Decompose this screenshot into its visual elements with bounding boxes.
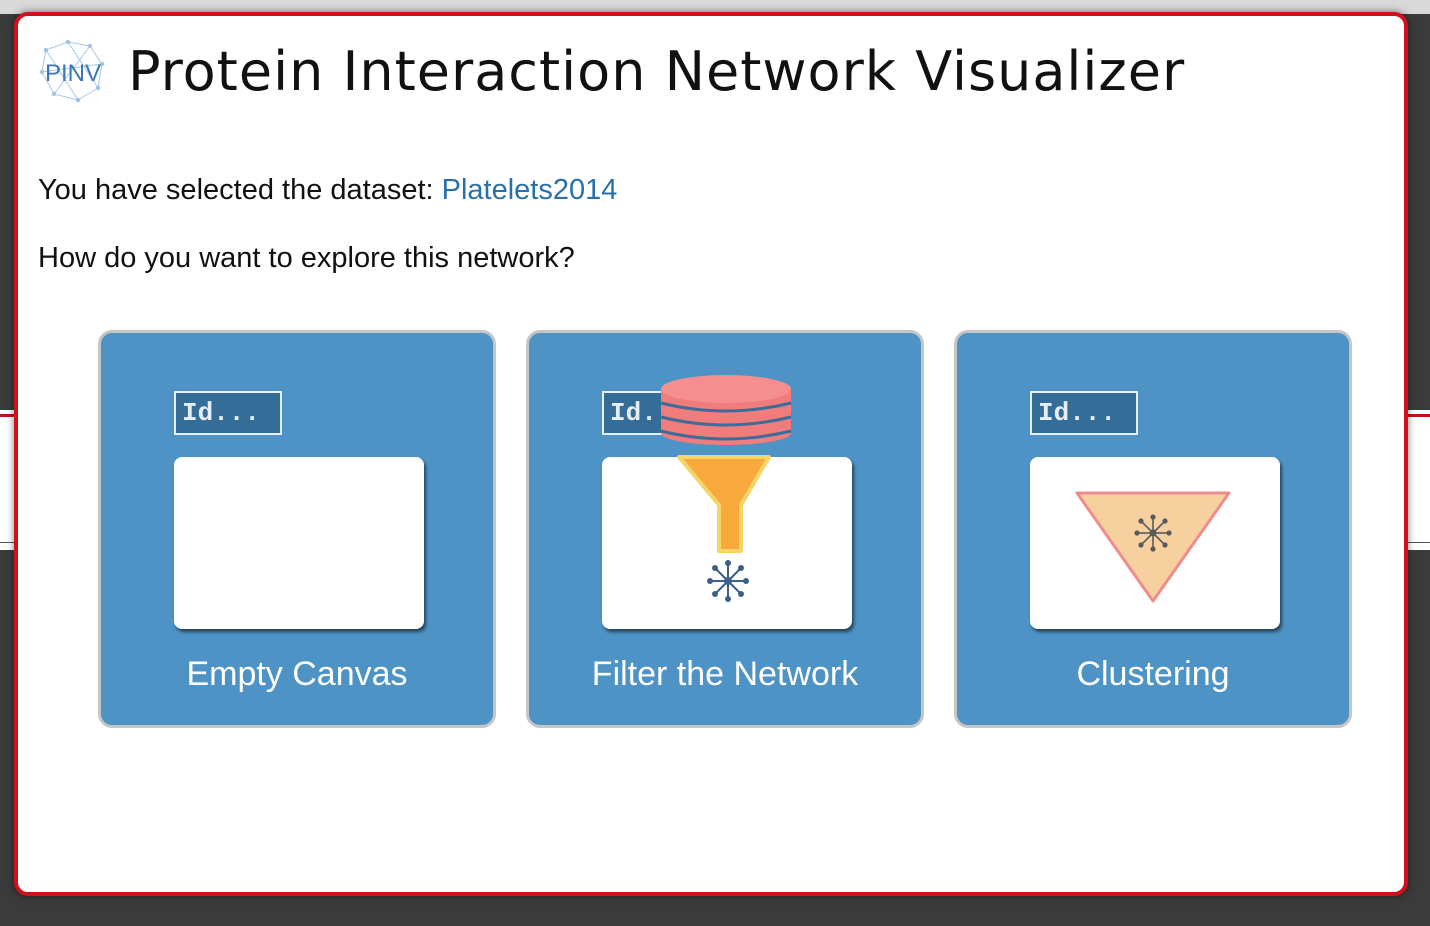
app-title: Protein Interaction Network Visualizer [128,39,1186,103]
filter-network-label: Filter the Network [591,655,859,693]
canvas-illustration [602,457,852,629]
id-search-box-illustration: Id... [1030,391,1138,435]
empty-canvas-label: Empty Canvas [186,655,408,693]
pinv-logo: PINV [38,36,108,106]
explore-question: How do you want to explore this network? [38,242,575,274]
explore-options: Id... Empty Canvas Id... Filter the Netw… [98,330,1358,730]
dataset-name-link[interactable]: Platelets2014 [442,174,618,206]
selected-dataset-line: You have selected the dataset: Platelets… [38,174,617,207]
dialog-header: PINV Protein Interaction Network Visuali… [38,36,1185,106]
canvas-illustration [1030,457,1280,629]
logo-text: PINV [45,60,101,87]
filter-network-option[interactable]: Id... Filter the Network [526,330,924,728]
clustering-option[interactable]: Id... Clustering [954,330,1352,728]
empty-canvas-icon [174,457,424,629]
id-search-box-illustration: Id... [602,391,710,435]
dataset-explore-dialog: PINV Protein Interaction Network Visuali… [14,12,1408,896]
dataset-prefix: You have selected the dataset: [38,174,434,206]
id-search-box-illustration: Id... [174,391,282,435]
clustering-label: Clustering [1076,655,1230,693]
empty-canvas-option[interactable]: Id... Empty Canvas [98,330,496,728]
